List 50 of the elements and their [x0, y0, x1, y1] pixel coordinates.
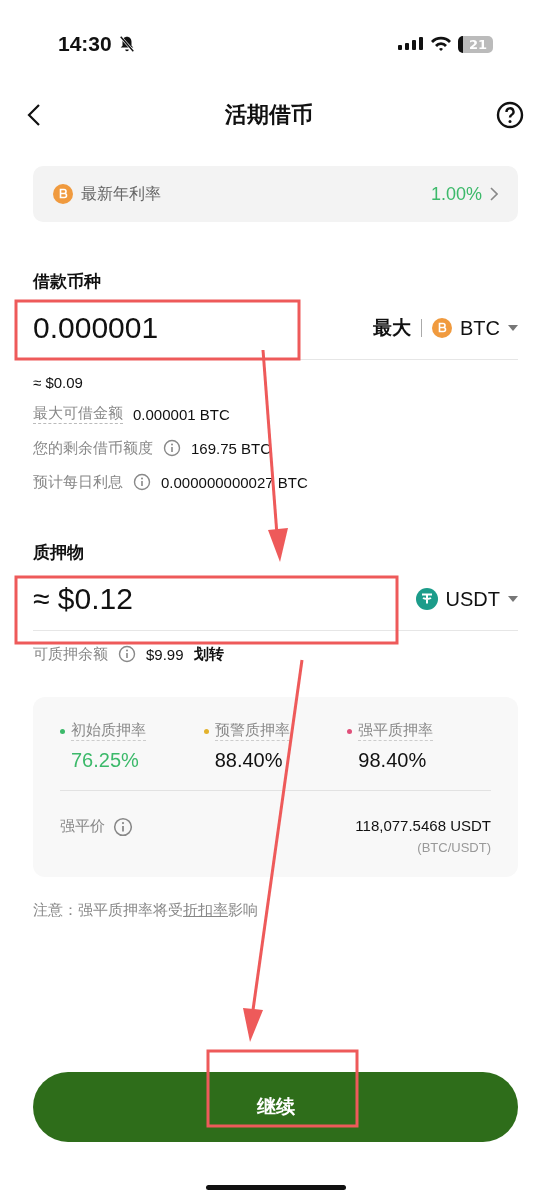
info-label: 预计每日利息	[33, 472, 123, 492]
ratio-label: 强平质押率	[358, 721, 434, 741]
signal-icon	[397, 36, 424, 52]
pair-label: (BTC/USDT)	[417, 840, 491, 855]
help-icon[interactable]	[496, 101, 524, 129]
chevron-right-icon	[490, 187, 498, 201]
collateral-amount-field[interactable]: ≈ $0.12	[33, 582, 406, 616]
section-label: 借款币种	[33, 270, 102, 293]
dropdown-icon	[508, 596, 518, 602]
info-icon[interactable]	[163, 439, 181, 457]
info-value: 0.000000000027 BTC	[161, 473, 308, 491]
dropdown-icon	[508, 325, 518, 331]
wifi-icon	[429, 36, 452, 52]
ratio-label: 预警质押率	[214, 721, 290, 741]
info-icon[interactable]	[118, 645, 136, 663]
liquidation-price: 118,077.5468 USDT	[355, 817, 491, 834]
info-label: 最大可借金额	[33, 404, 123, 424]
ratio-value: 98.40%	[358, 749, 428, 772]
coin-selector[interactable]: USDT	[415, 587, 518, 611]
ratio-value: 88.40%	[214, 749, 284, 772]
continue-button[interactable]: 继续	[33, 1072, 518, 1142]
discount-rate-link[interactable]: 折扣率	[183, 901, 228, 919]
liquidation-label: 强平价	[60, 817, 105, 836]
status-time: 14:30	[58, 32, 112, 56]
ratio-value: 76.25%	[71, 749, 140, 772]
section-label: 质押物	[33, 541, 85, 564]
approx-value: ≈ $0.09	[33, 374, 84, 391]
page-title: 活期借币	[224, 101, 313, 129]
bitcoin-icon	[53, 184, 73, 204]
coin-selector[interactable]: BTC	[432, 316, 518, 340]
ratio-label: 初始质押率	[71, 721, 146, 741]
info-icon[interactable]	[113, 817, 133, 837]
info-value: 0.000001 BTC	[133, 405, 230, 423]
rate-label: 最新年利率	[81, 183, 161, 205]
balance-value: $9.99	[146, 645, 184, 663]
max-link[interactable]: 最大	[373, 315, 411, 341]
info-label: 您的剩余借币额度	[33, 438, 153, 458]
borrow-amount-field[interactable]: 0.000001	[33, 311, 363, 345]
transfer-link[interactable]: 划转	[193, 644, 224, 664]
battery-level: 21	[457, 35, 493, 53]
info-value: 169.75 BTC	[191, 439, 272, 457]
note-text: 注意：强平质押率将受折扣率影响	[33, 901, 258, 919]
muted-bell-icon	[117, 35, 136, 53]
back-icon[interactable]	[27, 103, 41, 127]
info-icon[interactable]	[133, 473, 151, 491]
bitcoin-icon	[432, 318, 452, 338]
info-label: 可质押余额	[33, 644, 108, 664]
tether-icon	[415, 588, 438, 610]
rate-card[interactable]: 最新年利率 1.00%	[33, 166, 518, 222]
rate-value: 1.00%	[430, 183, 482, 205]
